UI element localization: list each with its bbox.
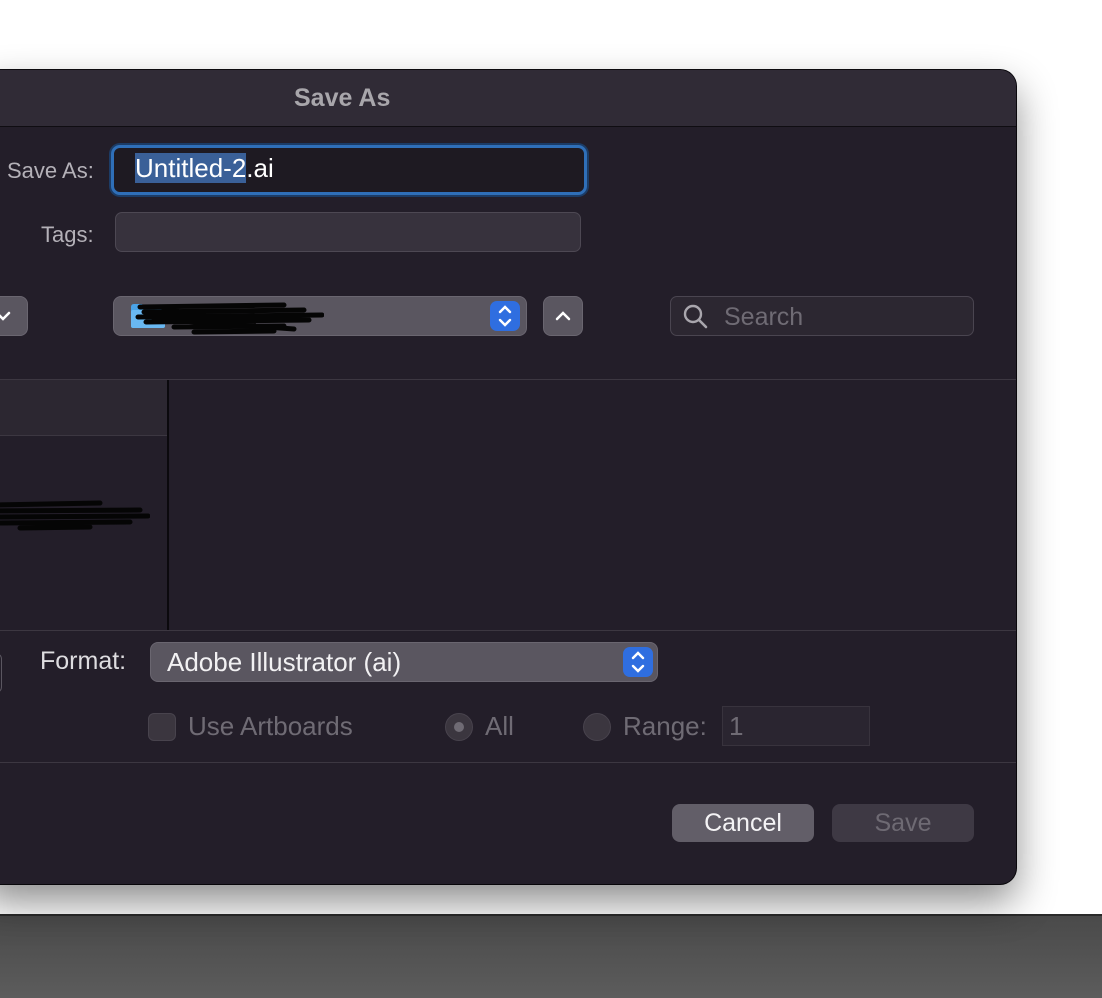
redacted-sidebar-item-scribble <box>0 500 151 531</box>
range-input[interactable]: 1 <box>722 706 870 746</box>
radio-range[interactable] <box>583 713 611 741</box>
search-icon <box>683 304 708 329</box>
save-as-label: Save As: <box>7 158 94 183</box>
format-value: Adobe Illustrator (ai) <box>167 647 402 677</box>
filename-input[interactable]: Untitled-2.ai <box>111 145 587 195</box>
filename-text: Untitled-2.ai <box>135 153 274 184</box>
tags-input[interactable] <box>115 212 581 252</box>
chevron-up-icon <box>555 311 571 321</box>
search-field[interactable]: Search <box>670 296 974 336</box>
save-button[interactable]: Save <box>832 804 974 842</box>
file-list-pane <box>169 380 1016 630</box>
redacted-location-scribble <box>135 302 324 335</box>
location-popup[interactable] <box>113 296 527 336</box>
location-stepper-icon <box>490 301 520 331</box>
format-stepper-icon <box>623 647 653 677</box>
format-popup[interactable]: Adobe Illustrator (ai) <box>150 642 658 682</box>
radio-range-label: Range: <box>623 711 707 741</box>
radio-all-label: All <box>485 711 514 741</box>
title-bar: Save As <box>0 70 1016 127</box>
use-artboards-label: Use Artboards <box>188 711 353 741</box>
sidebar-column <box>0 380 167 630</box>
sidebar-header <box>0 380 167 436</box>
view-options-popup[interactable] <box>0 296 28 336</box>
desktop-dock-area <box>0 914 1102 998</box>
format-label: Format: <box>40 647 127 675</box>
chevron-down-icon <box>0 311 11 321</box>
tags-label: Tags: <box>41 222 94 247</box>
radio-all[interactable] <box>445 713 473 741</box>
sidebar-item[interactable] <box>0 495 167 535</box>
options-bottom-divider <box>0 762 1016 763</box>
range-value: 1 <box>729 711 744 741</box>
dialog-title: Save As <box>294 84 391 112</box>
browser-bottom-divider <box>0 630 1016 631</box>
hidden-extension-toggle[interactable] <box>0 653 2 693</box>
search-placeholder: Search <box>724 303 804 331</box>
radio-all-dot <box>454 722 464 732</box>
use-artboards-checkbox[interactable] <box>148 713 176 741</box>
filename-extension: .ai <box>246 153 274 183</box>
cancel-button[interactable]: Cancel <box>672 804 814 842</box>
filename-selected-text: Untitled-2 <box>135 153 247 183</box>
save-as-dialog: Save As Save As: Untitled-2.ai Tags: Sea… <box>0 70 1016 884</box>
collapse-browser-button[interactable] <box>543 296 583 336</box>
